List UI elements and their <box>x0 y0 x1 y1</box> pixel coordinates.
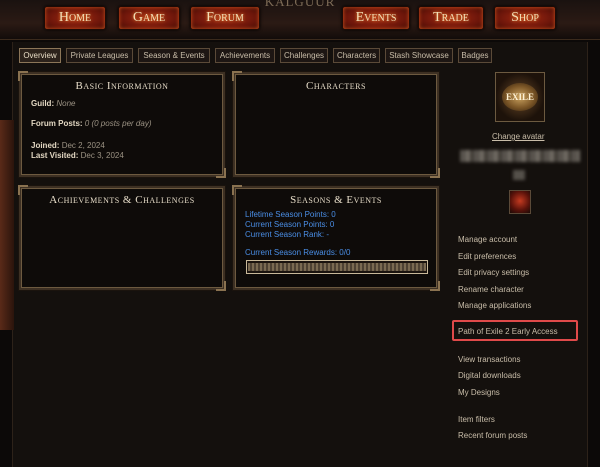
guild-value: None <box>56 99 76 108</box>
characters-panel: Characters <box>232 71 440 178</box>
current-season-rank: Current Season Rank: - <box>245 230 330 239</box>
panel-title: Achievements & Challenges <box>49 194 195 206</box>
basic-information-panel: Basic Information Guild: None Forum Post… <box>18 71 226 178</box>
avatar: EXILE <box>495 72 545 122</box>
username-redacted <box>460 150 580 162</box>
nav-events-button[interactable]: Events <box>342 6 410 30</box>
last-visited-label: Last Visited: <box>31 151 79 160</box>
current-season-points: Current Season Points: 0 <box>245 220 335 229</box>
character-badge-icon[interactable] <box>509 190 531 214</box>
top-navigation: KALGUUR Home Game Forum Events Trade Sho… <box>0 0 600 40</box>
digital-downloads-link[interactable]: Digital downloads <box>458 371 521 380</box>
redacted-text <box>513 170 525 180</box>
tab-achievements[interactable]: Achievements <box>215 48 275 63</box>
manage-account-link[interactable]: Manage account <box>458 235 517 244</box>
panel-title: Seasons & Events <box>290 194 382 206</box>
guild-row: Guild: None <box>31 99 75 108</box>
nav-game-button[interactable]: Game <box>118 6 180 30</box>
season-rewards-progress-bar <box>246 260 428 274</box>
forum-posts-value: 0 (0 posts per day) <box>84 119 152 128</box>
site-logo[interactable]: KALGUUR <box>248 0 352 9</box>
current-season-rewards: Current Season Rewards: 0/0 <box>245 248 351 257</box>
edit-preferences-link[interactable]: Edit preferences <box>458 252 516 261</box>
seasons-events-panel: Seasons & Events Lifetime Season Points:… <box>232 185 440 291</box>
tab-private-leagues[interactable]: Private Leagues <box>66 48 133 63</box>
tab-stash-showcase[interactable]: Stash Showcase <box>385 48 453 63</box>
account-sidebar: EXILE Change avatar Manage account Edit … <box>450 64 590 467</box>
forum-posts-row: Forum Posts: 0 (0 posts per day) <box>31 119 152 128</box>
joined-label: Joined: <box>31 141 60 150</box>
edit-privacy-settings-link[interactable]: Edit privacy settings <box>458 268 529 277</box>
tab-challenges[interactable]: Challenges <box>280 48 328 63</box>
forum-posts-label: Forum Posts: <box>31 119 83 128</box>
nav-forum-button[interactable]: Forum <box>190 6 260 30</box>
joined-row: Joined: Dec 2, 2024 <box>31 141 105 150</box>
nav-home-button[interactable]: Home <box>44 6 106 30</box>
last-visited-row: Last Visited: Dec 3, 2024 <box>31 151 124 160</box>
recent-forum-posts-link[interactable]: Recent forum posts <box>458 431 527 440</box>
poe2-early-access-link[interactable]: Path of Exile 2 Early Access <box>458 327 558 336</box>
last-visited-value: Dec 3, 2024 <box>80 151 124 160</box>
tab-characters[interactable]: Characters <box>333 48 380 63</box>
item-filters-link[interactable]: Item filters <box>458 415 495 424</box>
change-avatar-link[interactable]: Change avatar <box>492 132 544 141</box>
tab-overview[interactable]: Overview <box>19 48 61 63</box>
nav-trade-button[interactable]: Trade <box>418 6 484 30</box>
lifetime-season-points: Lifetime Season Points: 0 <box>245 210 336 219</box>
panel-title: Characters <box>306 80 366 92</box>
nav-shop-button[interactable]: Shop <box>494 6 556 30</box>
tab-season-events[interactable]: Season & Events <box>138 48 210 63</box>
tab-badges[interactable]: Badges <box>458 48 492 63</box>
left-decorative-art <box>0 120 14 330</box>
season-rewards-progress-fill <box>248 263 426 271</box>
achievements-challenges-panel: Achievements & Challenges <box>18 185 226 291</box>
rename-character-link[interactable]: Rename character <box>458 285 524 294</box>
guild-label: Guild: <box>31 99 55 108</box>
exile-logo-icon: EXILE <box>502 83 538 111</box>
manage-applications-link[interactable]: Manage applications <box>458 301 531 310</box>
view-transactions-link[interactable]: View transactions <box>458 355 521 364</box>
joined-value: Dec 2, 2024 <box>61 141 105 150</box>
my-designs-link[interactable]: My Designs <box>458 388 500 397</box>
panel-title: Basic Information <box>75 80 169 92</box>
